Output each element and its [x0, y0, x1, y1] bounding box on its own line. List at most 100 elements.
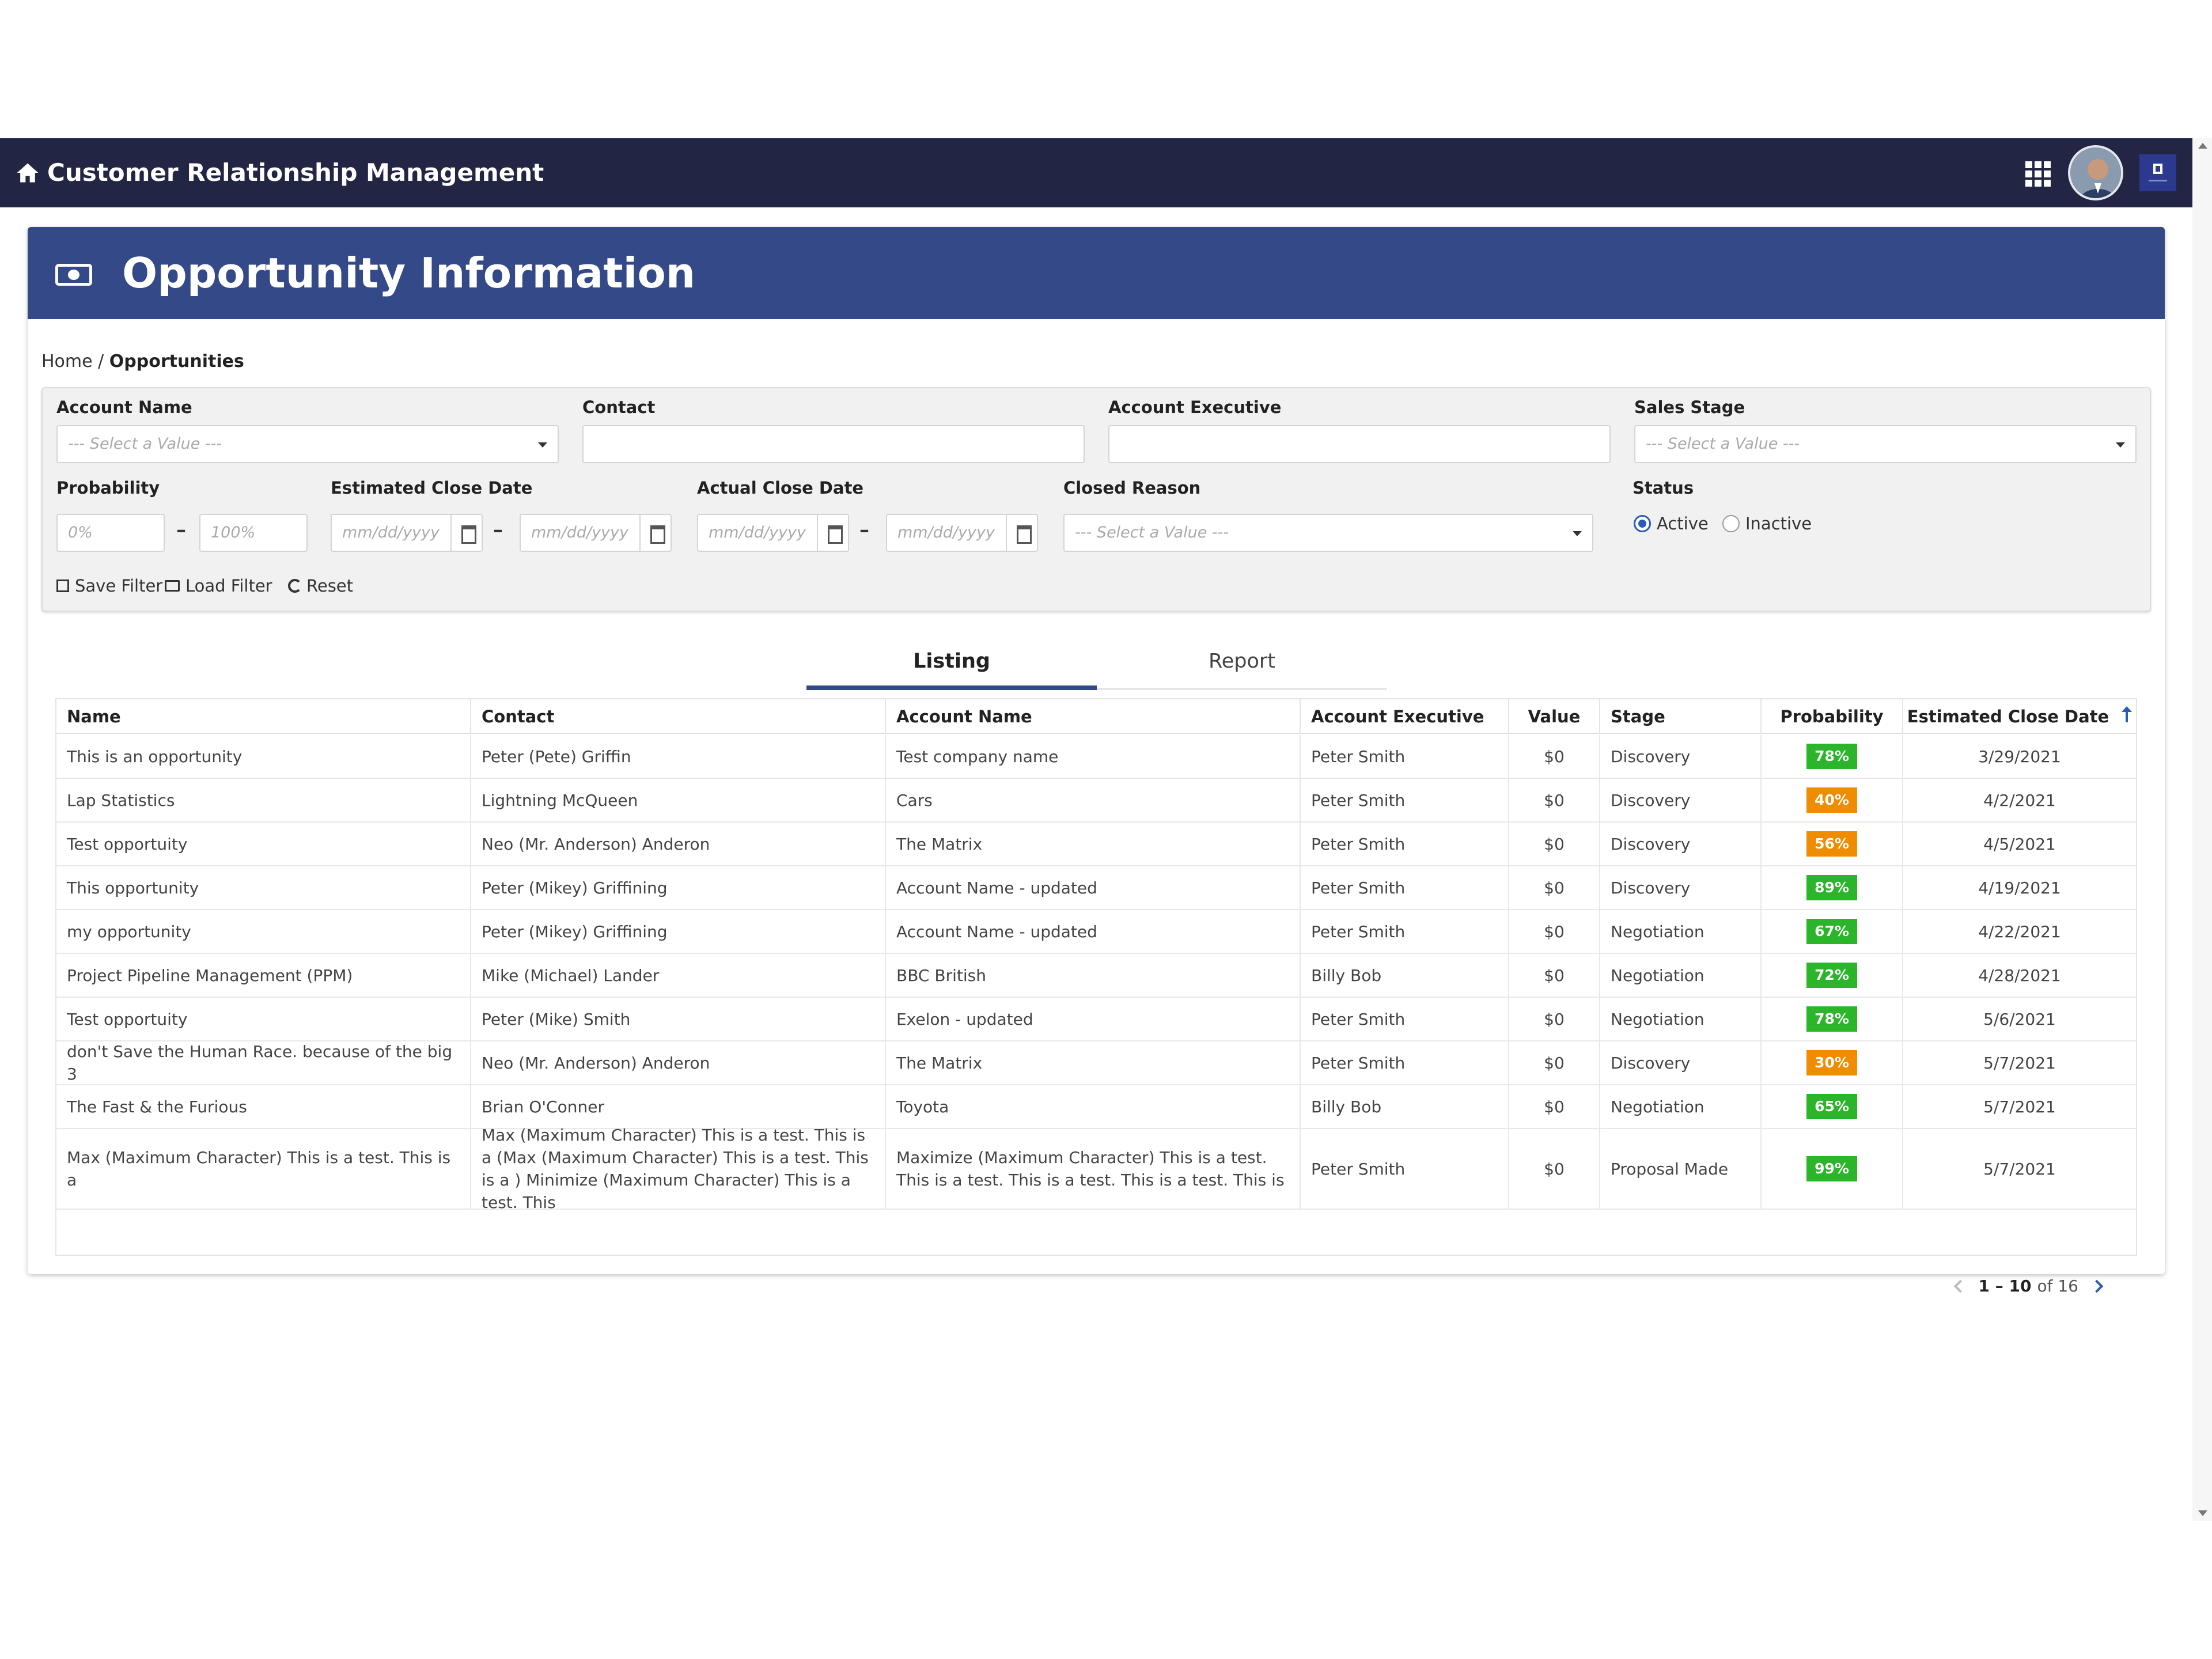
estimated-close-from-input[interactable]: mm/dd/yyyy: [331, 514, 483, 552]
probability-max-input[interactable]: 100%: [199, 514, 308, 552]
table-row[interactable]: my opportunity Peter (Mikey) Griffining Ac…: [56, 910, 2136, 954]
load-filter-button[interactable]: Load Filter: [165, 576, 272, 596]
cell-stage-text: Negotiation: [1611, 922, 1705, 941]
status-inactive-label[interactable]: Inactive: [1745, 514, 1812, 533]
sales-stage-select[interactable]: --- Select a Value ---: [1634, 425, 2137, 463]
reset-icon: [288, 579, 302, 593]
actual-close-to-input[interactable]: mm/dd/yyyy: [886, 514, 1038, 552]
cell-contact-text: Mike (Michael) Lander: [482, 965, 660, 985]
tab-report[interactable]: Report: [1097, 641, 1387, 688]
column-header-value[interactable]: Value: [1509, 699, 1600, 734]
table-row[interactable]: Test opportuity Peter (Mike) Smith Exelon …: [56, 998, 2136, 1041]
column-header-contact[interactable]: Contact: [471, 699, 886, 734]
sales-stage-label: Sales Stage: [1634, 397, 1745, 417]
closed-reason-label: Closed Reason: [1063, 478, 1201, 498]
cell-account-executive: Peter Smith: [1301, 998, 1509, 1040]
cell-name-text: This opportunity: [67, 878, 199, 897]
cell-contact-text: Peter (Pete) Griffin: [482, 747, 631, 766]
cell-estimated-close-date-text: 5/7/2021: [1983, 1097, 2056, 1116]
estimated-close-to-input[interactable]: mm/dd/yyyy: [520, 514, 672, 552]
table-row[interactable]: don't Save the Human Race. because of th…: [56, 1041, 2136, 1085]
column-header-account-name[interactable]: Account Name: [886, 699, 1301, 734]
column-header-estimated-close-date[interactable]: Estimated Close Date: [1903, 699, 2136, 734]
column-header-name[interactable]: Name: [56, 699, 471, 734]
probability-badge: 78%: [1806, 744, 1857, 769]
avatar[interactable]: [2068, 145, 2123, 200]
cell-value-text: $0: [1544, 1009, 1565, 1029]
column-header-probability[interactable]: Probability: [1762, 699, 1903, 734]
column-header-stage[interactable]: Stage: [1600, 699, 1762, 734]
cell-estimated-close-date-text: 5/7/2021: [1983, 1159, 2056, 1179]
cell-contact-text: Lightning McQueen: [482, 790, 638, 810]
cell-value: $0: [1509, 1041, 1600, 1084]
table-row[interactable]: Project Pipeline Management (PPM) Mike (M…: [56, 954, 2136, 998]
cell-stage-text: Negotiation: [1611, 965, 1705, 985]
cell-contact-text: Neo (Mr. Anderson) Anderon: [482, 1053, 710, 1073]
cell-name-text: Max (Maximum Character) This is a test. …: [67, 1148, 451, 1190]
cell-contact: Peter (Mike) Smith: [471, 998, 886, 1040]
cell-contact-text: Peter (Mike) Smith: [482, 1009, 631, 1029]
actual-close-date-label: Actual Close Date: [697, 478, 864, 498]
reset-button[interactable]: Reset: [288, 576, 353, 596]
table-row[interactable]: Test opportuity Neo (Mr. Anderson) Andero…: [56, 823, 2136, 866]
breadcrumb-current: Opportunities: [109, 351, 244, 372]
calendar-icon[interactable]: [639, 515, 671, 551]
cell-contact: Peter (Mikey) Griffining: [471, 910, 886, 953]
cell-estimated-close-date-text: 4/28/2021: [1978, 965, 2061, 985]
page-scrollbar[interactable]: [2192, 138, 2212, 1521]
account-name-select[interactable]: --- Select a Value ---: [56, 425, 559, 463]
account-executive-input[interactable]: [1108, 425, 1611, 463]
cell-estimated-close-date: 4/2/2021: [1903, 779, 2136, 821]
chevron-left-icon[interactable]: [1953, 1279, 1967, 1293]
cell-account-executive: Billy Bob: [1301, 954, 1509, 997]
cell-probability: 72%: [1762, 954, 1903, 997]
breadcrumb-home[interactable]: Home: [41, 351, 93, 372]
calendar-icon[interactable]: [817, 515, 848, 551]
grid-icon[interactable]: [2025, 161, 2051, 187]
probability-min-input[interactable]: 0%: [56, 514, 165, 552]
actual-close-from-input[interactable]: mm/dd/yyyy: [697, 514, 849, 552]
cell-stage-text: Discovery: [1611, 878, 1691, 897]
column-header-account-executive[interactable]: Account Executive: [1301, 699, 1509, 734]
contact-input[interactable]: [582, 425, 1085, 463]
cell-value-text: $0: [1544, 747, 1565, 766]
scroll-up-icon[interactable]: [2198, 143, 2207, 149]
cell-account-name-text: BBC British: [896, 965, 986, 985]
table-row[interactable]: This is an opportunity Peter (Pete) Griff…: [56, 735, 2136, 779]
cell-value: $0: [1509, 954, 1600, 997]
contact-label: Contact: [582, 397, 656, 417]
cell-stage-text: Discovery: [1611, 747, 1691, 766]
cell-estimated-close-date-text: 5/7/2021: [1983, 1053, 2056, 1073]
status-inactive-radio[interactable]: [1722, 515, 1740, 532]
app-title[interactable]: Customer Relationship Management: [47, 156, 544, 190]
table-row[interactable]: The Fast & the Furious Brian O'Conner Toyo…: [56, 1085, 2136, 1129]
cell-account-name: Account Name - updated: [886, 866, 1301, 909]
range-separator: –: [859, 518, 869, 541]
sort-up-icon[interactable]: [2122, 706, 2132, 722]
cell-account-name-text: The Matrix: [896, 1053, 983, 1073]
cell-account-name: The Matrix: [886, 1041, 1301, 1084]
cell-value-text: $0: [1544, 1053, 1565, 1073]
cell-account-name: Maximize (Maximum Character) This is a t…: [886, 1129, 1301, 1209]
table-row[interactable]: This opportunity Peter (Mikey) Griffining…: [56, 866, 2136, 910]
home-icon[interactable]: [15, 160, 40, 185]
table-row[interactable]: Max (Maximum Character) This is a test. …: [56, 1126, 2136, 1212]
status-active-label[interactable]: Active: [1657, 514, 1709, 533]
cell-account-executive: Peter Smith: [1301, 910, 1509, 953]
cell-estimated-close-date: 5/6/2021: [1903, 998, 2136, 1040]
tab-listing[interactable]: Listing: [806, 641, 1097, 690]
table-row[interactable]: Lap Statistics Lightning McQueen Cars Peter…: [56, 779, 2136, 823]
chevron-right-icon[interactable]: [2090, 1279, 2104, 1293]
calendar-icon[interactable]: [1006, 515, 1037, 551]
closed-reason-select[interactable]: --- Select a Value ---: [1063, 514, 1593, 552]
probability-badge: 78%: [1806, 1006, 1857, 1032]
cell-contact: Max (Maximum Character) This is a test. …: [471, 1126, 886, 1212]
calendar-icon[interactable]: [450, 515, 482, 551]
scroll-down-icon[interactable]: [2198, 1510, 2207, 1516]
save-filter-button[interactable]: Save Filter: [56, 576, 162, 596]
cell-account-executive-text: Peter Smith: [1311, 1053, 1406, 1073]
brand-logo-icon[interactable]: [2139, 154, 2176, 191]
account-name-label: Account Name: [56, 397, 192, 417]
cell-account-executive-text: Peter Smith: [1311, 790, 1406, 810]
status-active-radio[interactable]: [1634, 515, 1651, 532]
